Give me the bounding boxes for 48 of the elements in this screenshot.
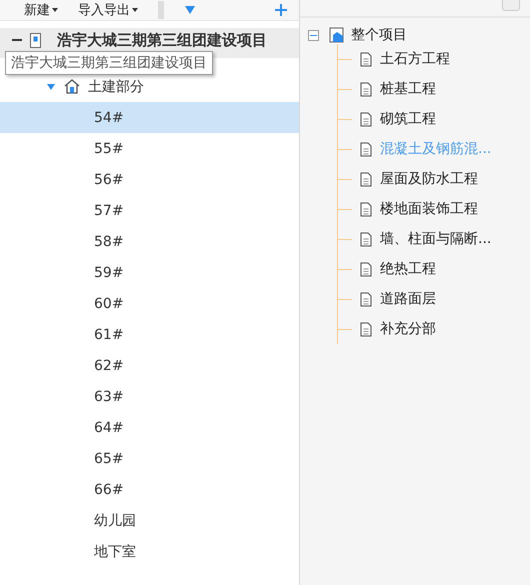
caret-icon (52, 8, 58, 12)
tree-item-label: 土建部分 (88, 78, 144, 96)
tree-item[interactable]: 55# (0, 133, 299, 164)
tree-item[interactable]: 56# (0, 164, 299, 195)
document-icon (360, 232, 372, 246)
tree-item[interactable]: 64# (0, 412, 299, 443)
document-icon (360, 202, 372, 216)
document-icon (360, 262, 372, 276)
tree-item[interactable]: 地下室 (0, 536, 299, 567)
tree-item[interactable]: 54# (0, 102, 299, 133)
tree-item[interactable]: 58# (0, 226, 299, 257)
document-icon (360, 52, 372, 66)
document-icon (360, 172, 372, 186)
tree-item[interactable]: 61# (0, 319, 299, 350)
tree-item-label: 浩宇大城三期第三组团建设项目 (57, 30, 267, 50)
tree-item[interactable]: 幼儿园 (0, 505, 299, 536)
document-icon (360, 142, 372, 156)
expand-arrow-icon[interactable] (46, 82, 56, 90)
tree-item[interactable]: 补充分部 (380, 320, 436, 338)
tree-item[interactable]: 砌筑工程 (380, 110, 436, 128)
tree-item[interactable]: 道路面层 (380, 290, 436, 308)
tree-item[interactable]: 62# (0, 350, 299, 381)
add-icon[interactable] (275, 4, 287, 16)
tree-item[interactable]: 桩基工程 (380, 80, 436, 98)
house-icon (64, 79, 80, 94)
tree-item[interactable]: 绝热工程 (380, 260, 436, 278)
tooltip: 浩宇大城三期第三组团建设项目 (5, 51, 213, 75)
tree-item[interactable]: 屋面及防水工程 (380, 170, 478, 188)
tree-item[interactable]: 57# (0, 195, 299, 226)
building-icon (30, 32, 41, 48)
tree-item[interactable]: 整个项目 (351, 26, 407, 44)
folder-chart-icon (329, 27, 345, 43)
menu-button[interactable]: 导入导出 (78, 1, 138, 19)
menu-button[interactable]: 新建 (24, 1, 58, 19)
tree-item[interactable]: 65# (0, 443, 299, 474)
caret-icon (132, 8, 138, 12)
document-icon (360, 322, 372, 336)
document-icon (360, 292, 372, 306)
tree-item[interactable]: 63# (0, 381, 299, 412)
tree-item[interactable]: 60# (0, 288, 299, 319)
tree-item[interactable]: 楼地面装饰工程 (380, 200, 478, 218)
tree-item[interactable]: 59# (0, 257, 299, 288)
down-arrow-icon[interactable] (184, 5, 196, 15)
document-icon (360, 82, 372, 96)
tree-item[interactable]: 66# (0, 474, 299, 505)
document-icon (360, 112, 372, 126)
tree-item[interactable]: 墙、柱面与隔断... (380, 230, 492, 248)
tree-item[interactable]: 土石方工程 (380, 50, 450, 68)
